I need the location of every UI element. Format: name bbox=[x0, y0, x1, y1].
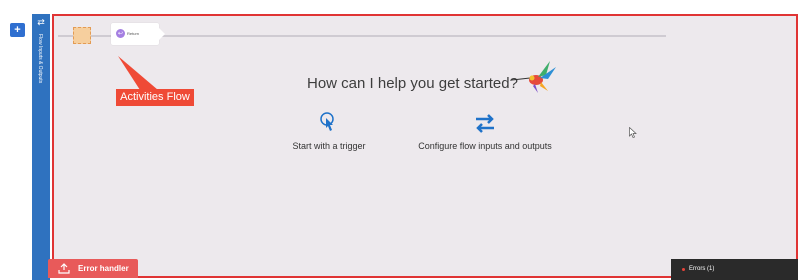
upload-icon bbox=[58, 263, 70, 274]
configure-flow-io-label: Configure flow inputs and outputs bbox=[418, 141, 552, 151]
trigger-placeholder[interactable] bbox=[73, 27, 91, 44]
hummingbird-logo bbox=[511, 61, 556, 93]
page-title: How can I help you get started? bbox=[307, 75, 518, 92]
return-icon: ↩ bbox=[116, 29, 125, 38]
configure-flow-io-option[interactable]: Configure flow inputs and outputs bbox=[409, 112, 561, 152]
swap-arrows-icon bbox=[476, 114, 494, 133]
start-with-trigger-option[interactable]: Start with a trigger bbox=[284, 112, 374, 152]
error-handler-button[interactable]: Error handler bbox=[48, 259, 138, 278]
swap-icon[interactable]: ⇄ bbox=[32, 18, 50, 28]
return-step-card[interactable]: ↩ Return bbox=[111, 23, 165, 45]
error-status-dot bbox=[682, 268, 685, 271]
start-with-trigger-label: Start with a trigger bbox=[292, 141, 366, 151]
error-handler-label: Error handler bbox=[78, 264, 129, 273]
mouse-cursor-icon bbox=[629, 127, 637, 138]
pointer-click-icon bbox=[320, 112, 334, 131]
callout-pointer bbox=[118, 56, 158, 90]
activities-flow-callout: Activities Flow bbox=[116, 89, 194, 106]
flow-canvas[interactable]: ↩ Return Activities Flow How can I help … bbox=[52, 14, 798, 278]
return-step-label: Return bbox=[127, 31, 140, 36]
errors-tab[interactable]: Errors (1) bbox=[671, 259, 798, 280]
flow-inputs-outputs-label[interactable]: Flow Inputs & Outputs bbox=[36, 34, 44, 83]
add-flow-button[interactable]: + bbox=[10, 23, 25, 37]
errors-label: Errors (1) bbox=[689, 266, 715, 272]
flow-inputs-outputs-panel[interactable]: ⇄ Flow Inputs & Outputs bbox=[32, 14, 50, 280]
flow-designer: + ⇄ Flow Inputs & Outputs ↩ Return Activ… bbox=[0, 0, 800, 280]
